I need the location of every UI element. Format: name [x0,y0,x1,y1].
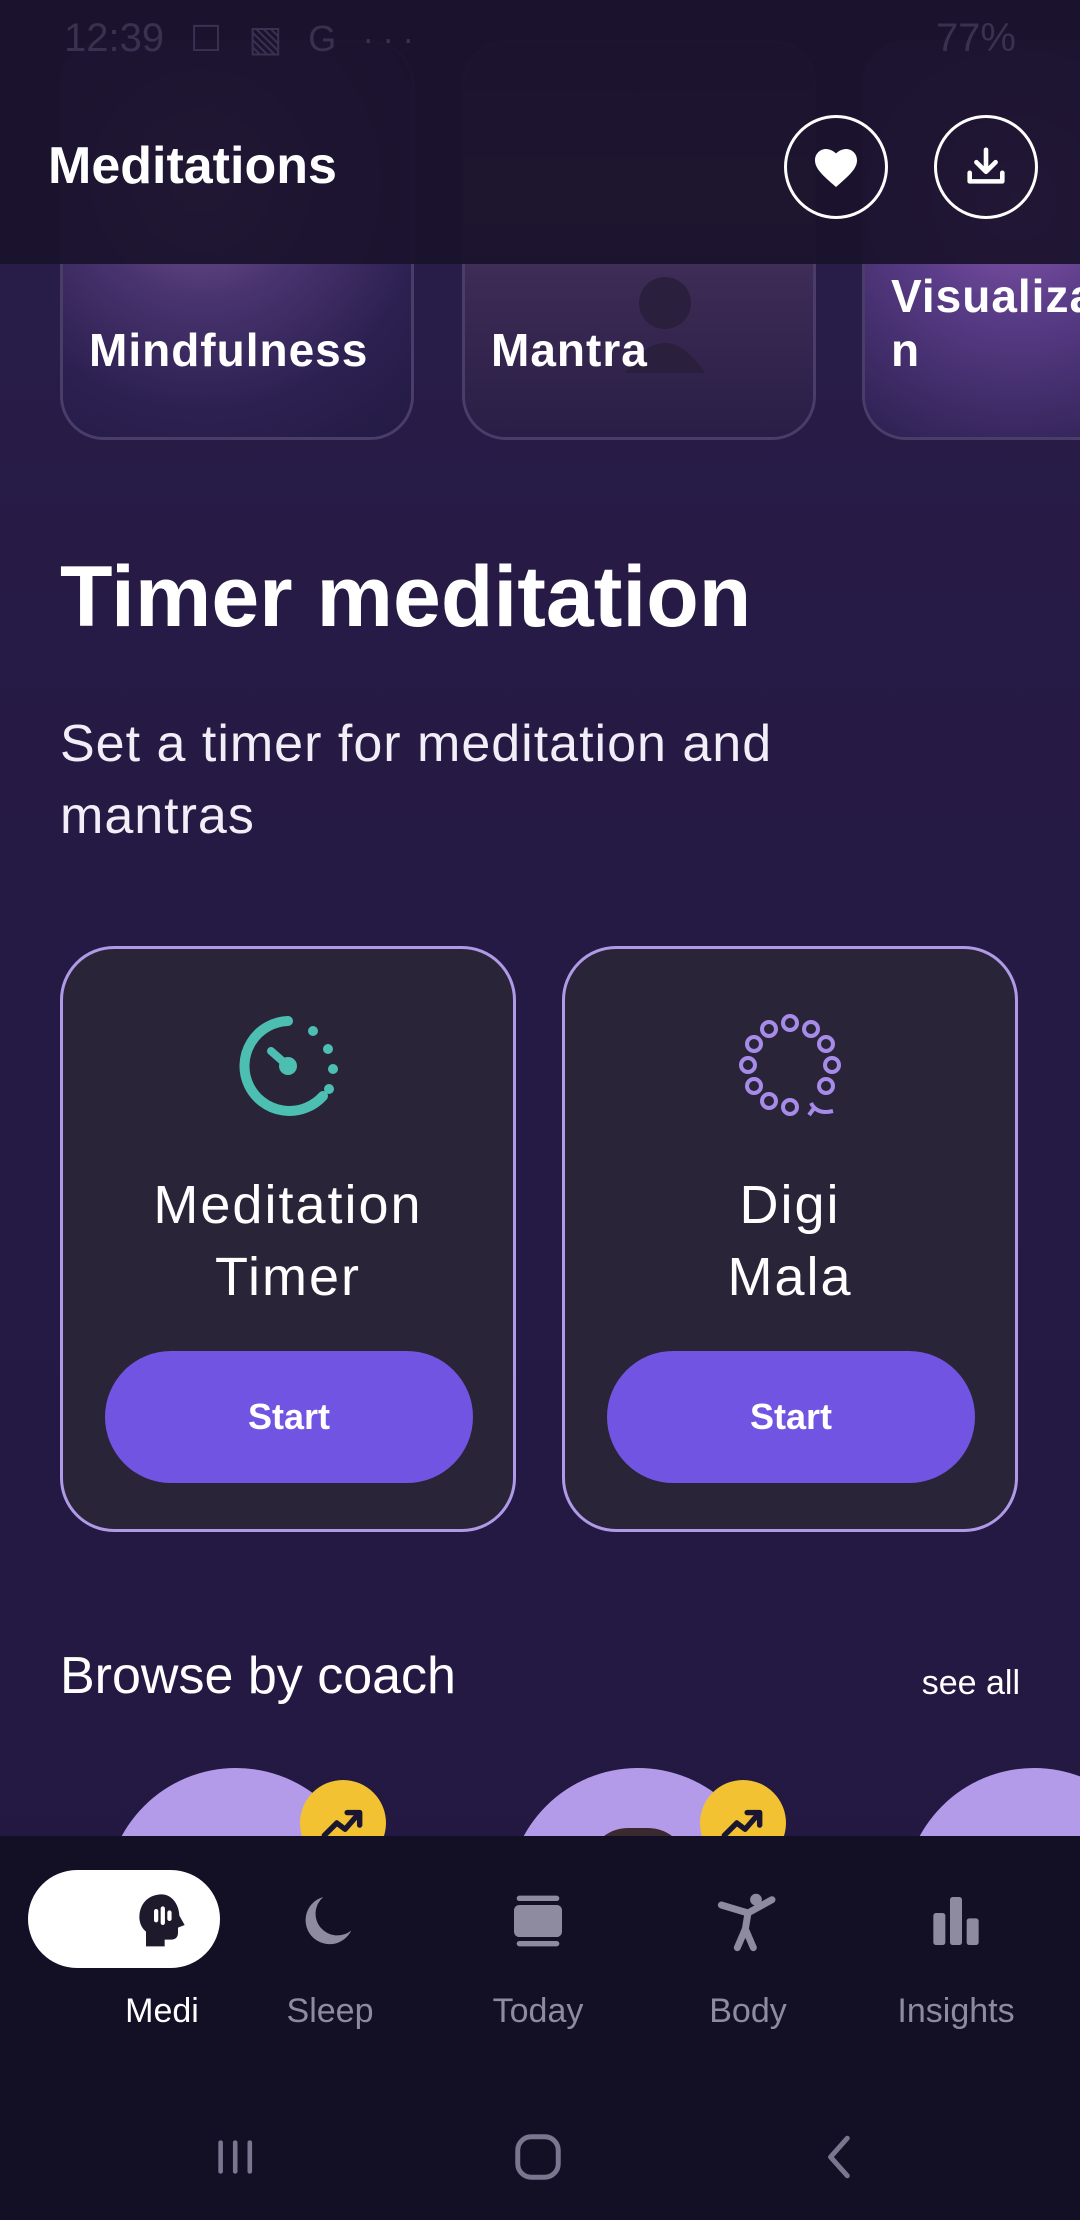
nav-item-today[interactable]: Today [448,1880,628,2031]
mala-beads-icon [739,1014,841,1117]
nav-icon-wrapper [240,1880,420,1962]
nav-label: Sleep [286,1992,374,2030]
system-navigation-bar [0,2100,1080,2220]
nav-icon-wrapper [72,1880,252,1962]
nav-label: Insights [897,1992,1015,2030]
category-label: Visualiza n [891,270,1080,376]
nav-item-previous[interactable]: on [0,1880,70,2031]
nav-item-sleep[interactable]: Sleep [240,1880,420,2031]
tool-name: Meditation Timer [153,1175,423,1307]
nav-label: on [0,1992,70,2031]
app-header: 12:39 ☐ ▧ G ··· 77% Meditations [0,0,1080,264]
status-time: 12:39 [64,16,165,60]
back-button[interactable] [806,2122,876,2192]
home-icon [515,2134,561,2180]
head-icon [139,1894,185,1947]
meditation-timer-card[interactable]: Meditation Timer Start [60,946,516,1532]
favorites-button[interactable] [784,115,888,219]
page-title: Meditations [48,137,337,195]
bar-chart-icon [933,1897,979,1945]
timer-icon [239,1016,338,1116]
notification-icons: ☐ ▧ G ··· [190,18,423,59]
tool-name: Digi Mala [727,1175,853,1307]
nav-item-body[interactable]: Body [658,1880,838,2031]
browse-by-coach-heading: Browse by coach [60,1647,456,1705]
status-bar: 12:39 ☐ ▧ G ··· 77% [0,0,1080,80]
nav-icon-wrapper [866,1880,1046,1962]
nav-icon-wrapper [658,1880,838,1962]
recent-apps-button[interactable] [200,2122,270,2192]
stretch-icon [717,1893,776,1952]
download-icon [967,147,1005,184]
nav-label: Today [492,1992,584,2030]
nav-label: Medi [125,1992,199,2030]
category-label: Mantra [491,324,648,376]
nav-icon-wrapper [448,1880,628,1962]
back-icon [828,2135,850,2179]
start-meditation-timer-button[interactable]: Start [105,1351,473,1483]
digi-mala-card[interactable]: Digi Mala Start [562,946,1018,1532]
moon-icon [305,1897,352,1945]
heart-icon [815,149,857,187]
section-subtitle: Set a timer for meditation and mantras [60,715,773,845]
nav-item-insights[interactable]: Insights [866,1880,1046,2031]
section-title: Timer meditation [60,549,752,645]
start-digi-mala-button[interactable]: Start [607,1351,975,1483]
battery-level: 77% [935,16,1016,60]
home-button[interactable] [503,2122,573,2192]
nav-item-medi[interactable]: Medi [72,1880,252,2031]
see-all-link[interactable]: see all [922,1664,1020,1703]
recent-apps-icon [218,2140,253,2174]
nav-label: Body [709,1992,787,2030]
cards-icon [514,1895,562,1947]
meditations-screen: Mindfulness Mantra Visualiza n 12:39 ☐ ▧… [0,0,1080,2220]
category-label: Mindfulness [89,324,369,376]
download-button[interactable] [934,115,1038,219]
meditation-icon [0,1880,70,1962]
